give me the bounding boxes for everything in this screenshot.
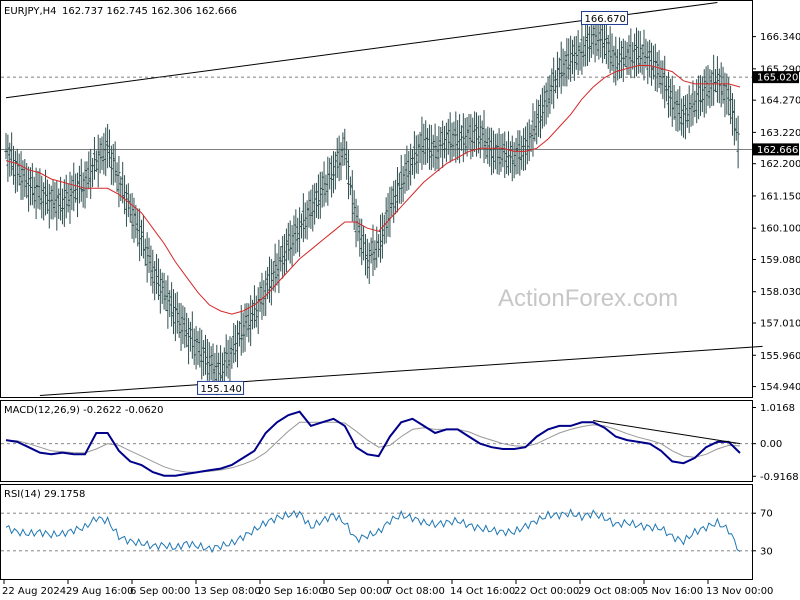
- x-axis-tick-label: 13 Sep 08:00: [194, 586, 261, 597]
- chart-canvas: ActionForex.com 166.670155.140 166.34016…: [0, 0, 800, 597]
- x-axis-tick-label: 30 Sep 00:00: [322, 586, 389, 597]
- x-axis-tick-label: 13 Nov 00:00: [706, 586, 773, 597]
- price-panel-frame: [0, 0, 753, 398]
- x-axis-tick-label: 20 Sep 16:00: [258, 586, 325, 597]
- x-axis-tick-label: 5 Nov 16:00: [642, 586, 703, 597]
- symbol-label: EURJPY,H4: [4, 6, 57, 17]
- price-annotation-label: 155.140: [201, 384, 242, 395]
- x-axis-tick-label: 6 Sep 00:00: [130, 586, 190, 597]
- rsi-line: [5, 508, 741, 554]
- price-y-tick-label: 163.220: [760, 128, 800, 139]
- price-y-tick-label: 160.100: [760, 224, 800, 235]
- rsi-series-layer: [1, 508, 752, 554]
- macd-y-tick-label: 0.00: [760, 439, 782, 450]
- price-level-label: 165.020: [757, 73, 798, 84]
- macd-y-tick-label: 1.0168: [760, 403, 795, 414]
- price-y-tick-label: 162.200: [760, 159, 800, 170]
- price-y-tick-label: 154.940: [760, 382, 800, 393]
- price-y-tick-label: 155.960: [760, 351, 800, 362]
- macd-trendline: [593, 420, 741, 445]
- trendline-lower: [39, 345, 763, 396]
- macd-y-tick-label: -0.9168: [760, 472, 799, 483]
- moving-average-line: [5, 65, 741, 315]
- price-y-tick-label: 161.150: [760, 191, 800, 202]
- price-y-tick-label: 157.010: [760, 319, 800, 330]
- x-axis-tick-label: 29 Aug 16:00: [66, 586, 133, 597]
- price-series-layer: 166.670 155.140: [1, 2, 763, 396]
- chart-window: ActionForex.com 166.670 155.140 166.340 16…: [0, 0, 800, 600]
- rsi-title: RSI(14) 29.1758: [4, 489, 85, 500]
- rsi-y-tick-label: 30: [760, 546, 773, 557]
- x-axis-tick-label: 22 Oct 00:00: [514, 586, 579, 597]
- x-axis-tick-label: 7 Oct 08:00: [386, 586, 445, 597]
- rsi-y-tick-label: 70: [760, 509, 773, 520]
- ohlc-values: 162.737 162.745 162.306 162.666: [62, 6, 237, 17]
- x-axis-tick-label: 29 Oct 08:00: [578, 586, 643, 597]
- x-axis-tick-label: 22 Aug 2024: [2, 586, 66, 597]
- x-axis-tick-label: 14 Oct 16:00: [450, 586, 515, 597]
- price-level-label: 162.666: [757, 145, 798, 156]
- macd-title: MACD(12,26,9) -0.2622 -0.0620: [4, 405, 164, 416]
- price-annotation-label: 166.670: [584, 14, 625, 25]
- price-y-tick-label: 164.270: [760, 96, 800, 107]
- watermark: ActionForex.com: [498, 285, 678, 312]
- price-y-tick-label: 159.080: [760, 255, 800, 266]
- macd-series-layer: [1, 410, 752, 477]
- price-y-tick-label: 166.340: [760, 32, 800, 43]
- price-y-tick-label: 158.030: [760, 287, 800, 298]
